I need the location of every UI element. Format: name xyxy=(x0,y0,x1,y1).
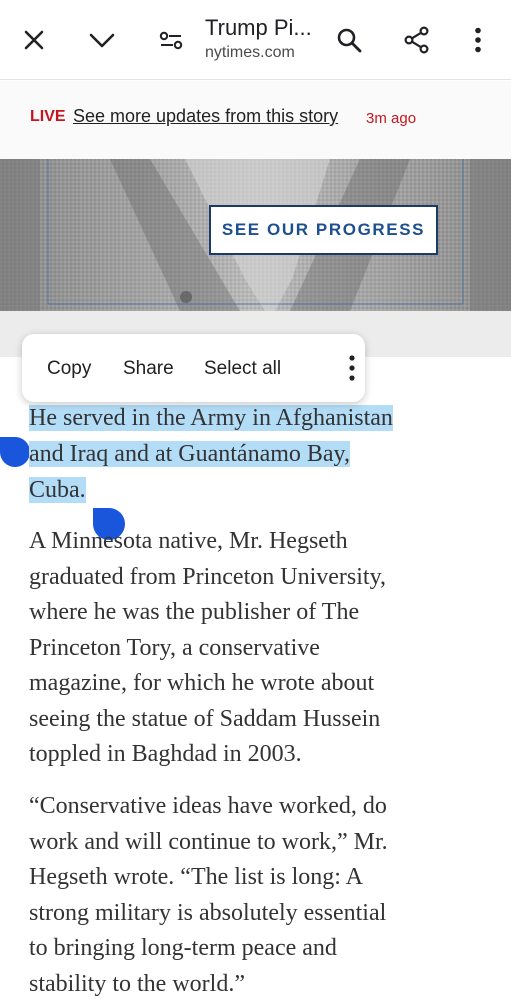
paragraph-line: graduated from Princeton University, xyxy=(29,563,387,590)
paragraph-line: Princeton Tory, a conservative xyxy=(29,634,320,661)
paragraph-line: toppled in Baghdad in 2003. xyxy=(29,741,302,767)
chevron-down-icon xyxy=(89,33,115,48)
close-button[interactable] xyxy=(14,18,54,62)
copy-menu-item[interactable]: Copy xyxy=(47,358,91,380)
select-all-menu-item[interactable]: Select all xyxy=(204,358,281,380)
share-icon xyxy=(404,26,429,54)
minimize-button[interactable] xyxy=(82,18,122,62)
selected-text-line: Cuba. xyxy=(29,477,86,503)
paragraph-line: to bringing long-term peace and xyxy=(29,935,337,961)
see-our-progress-button[interactable]: SEE OUR PROGRESS xyxy=(209,205,438,255)
more-vert-icon xyxy=(349,355,355,381)
share-menu-item[interactable]: Share xyxy=(123,358,174,380)
paragraph-line: stability to the world.” xyxy=(29,970,245,997)
selected-paragraph: He served in the Army in Afghanistan and… xyxy=(29,400,479,508)
selected-text-line: He served in the Army in Afghanistan xyxy=(29,405,393,431)
share-button[interactable] xyxy=(397,18,437,62)
paragraph-line: where he was the publisher of The xyxy=(29,599,360,625)
paragraph-line: A Minnesota native, Mr. Hegseth xyxy=(29,528,348,554)
close-icon xyxy=(24,30,44,50)
page-domain: nytimes.com xyxy=(205,44,295,61)
more-options-button[interactable] xyxy=(458,18,498,62)
paragraph-line: strong military is absolutely essential xyxy=(29,899,387,926)
live-updates-link[interactable]: See more updates from this story xyxy=(73,106,338,127)
tune-icon xyxy=(159,31,183,50)
top-app-bar: Trump Pi... nytimes.com xyxy=(0,0,511,80)
live-timestamp: 3m ago xyxy=(366,110,417,127)
text-selection-menu: Copy Share Select all xyxy=(22,334,365,402)
live-label: LIVE xyxy=(30,108,66,125)
menu-overflow-button[interactable] xyxy=(342,354,362,382)
paragraph-line: work and will continue to work,” Mr. xyxy=(29,828,388,855)
search-button[interactable] xyxy=(329,18,369,62)
paragraph-line: “Conservative ideas have worked, do xyxy=(29,793,387,819)
paragraph-line: Hegseth wrote. “The list is long: A xyxy=(29,864,363,890)
article-paragraph: “Conservative ideas have worked, do work… xyxy=(29,789,479,1000)
page-title: Trump Pi... xyxy=(205,15,312,40)
selected-text-line: and Iraq and at Guantánamo Bay, xyxy=(29,441,350,467)
page-controls-button[interactable] xyxy=(151,18,191,62)
article-paragraph: A Minnesota native, Mr. Hegseth graduate… xyxy=(29,524,479,773)
search-icon xyxy=(337,28,362,53)
more-vert-icon xyxy=(475,27,481,53)
paragraph-line: seeing the statue of Saddam Hussein xyxy=(29,705,381,732)
paragraph-line: magazine, for which he wrote about xyxy=(29,670,375,696)
selection-start-handle[interactable] xyxy=(0,437,30,467)
page-title-block[interactable]: Trump Pi... nytimes.com xyxy=(205,14,325,64)
